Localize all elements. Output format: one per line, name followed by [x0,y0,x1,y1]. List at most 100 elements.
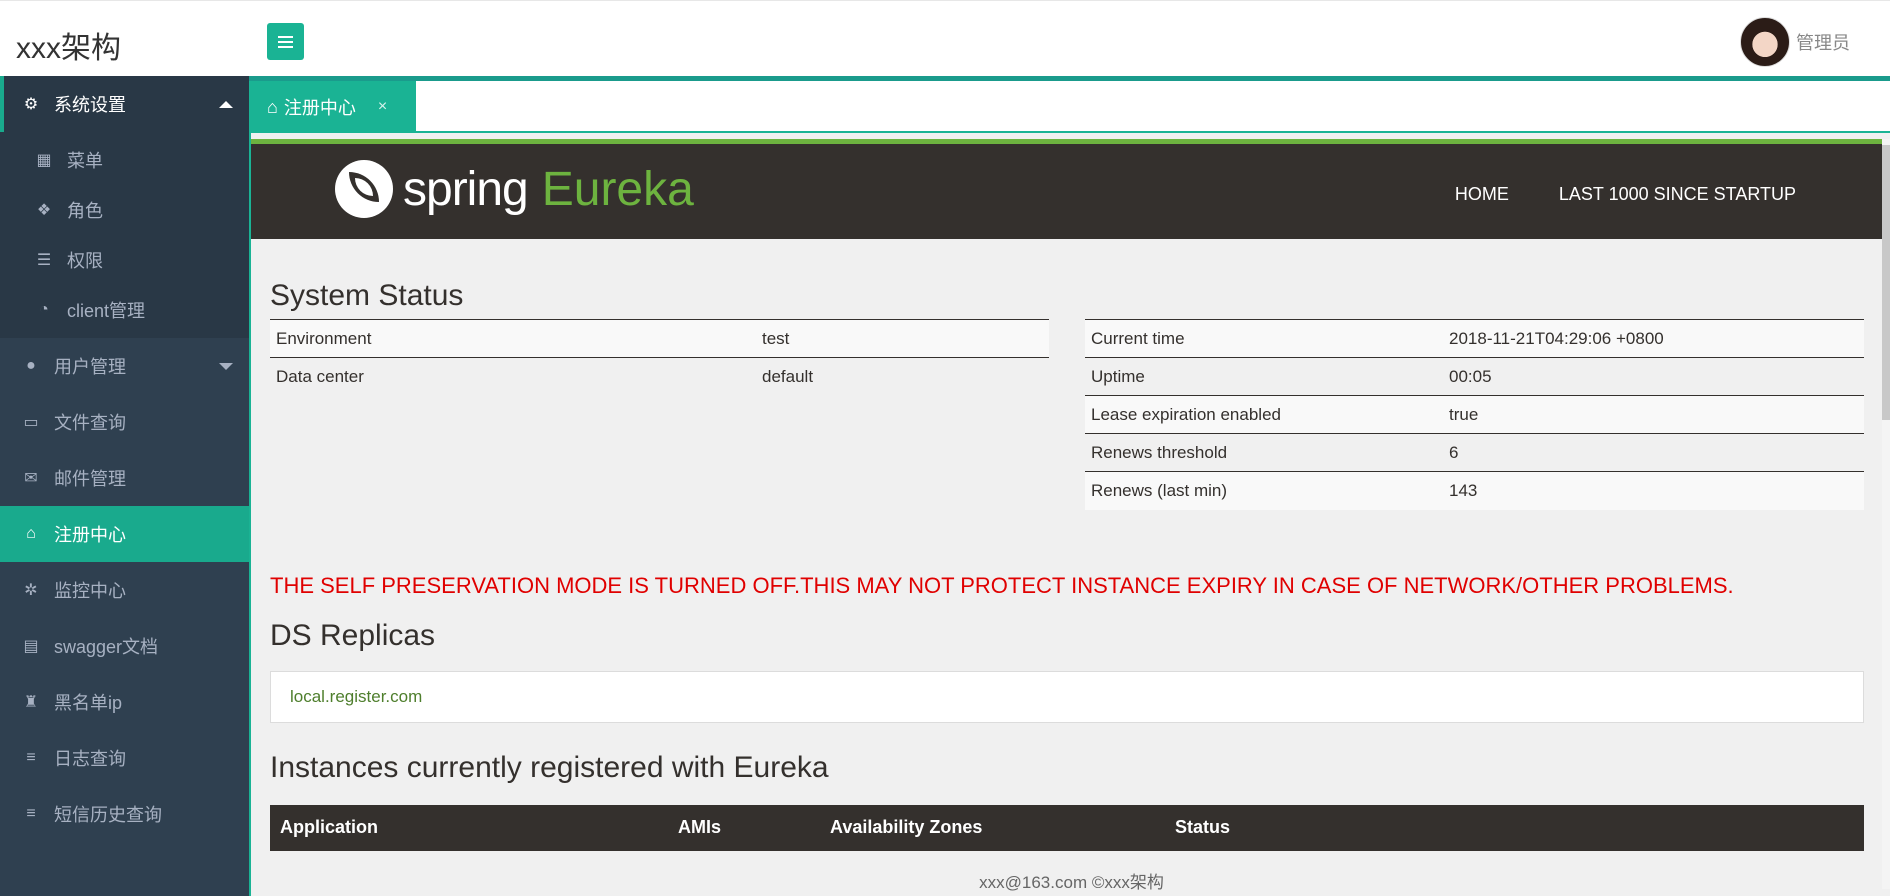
envelope-icon: ✉ [24,470,38,487]
sidebar-item-label: 用户管理 [54,357,126,377]
sidebar-item-sms-history[interactable]: ≡ 短信历史查询 [0,786,249,842]
eureka-header: spring Eureka HOME LAST 1000 SINCE START… [251,139,1886,239]
sidebar-subitem-label: client管理 [67,301,146,321]
content-frame: spring Eureka HOME LAST 1000 SINCE START… [249,133,1890,896]
table-row: Lease expiration enabled true [1085,395,1864,434]
system-status-title: System Status [270,279,464,312]
table-cell-key: Lease expiration enabled [1085,395,1443,434]
top-navbar: xxx架构 管理员 [0,0,1890,76]
logo-spring-text: spring [403,162,529,216]
table-cell-key: Current time [1085,319,1443,358]
footer-text: xxx@163.com ©xxx架构 [979,873,1164,892]
instances-title: Instances currently registered with Eure… [270,751,829,784]
sidebar-subitem-menu[interactable]: ▦ 菜单 [0,135,249,185]
table-row: Environment test [270,319,1049,358]
system-status-right-table: Current time 2018-11-21T04:29:06 +0800 U… [1085,319,1864,510]
sidebar-subitem-role[interactable]: ❖ 角色 [0,185,249,235]
bank-icon: ⌂ [267,96,278,117]
sidebar-item-label: 短信历史查询 [54,805,162,825]
user-menu[interactable]: 管理员 [1740,17,1850,67]
ds-replicas-title: DS Replicas [270,619,436,652]
folder-open-icon: ▭ [23,414,39,431]
sidebar-item-label: 日志查询 [54,749,126,769]
table-row: Renews (last min) 143 [1085,471,1864,510]
close-icon[interactable]: × [378,98,387,116]
sidebar-subitem-label: 角色 [67,201,103,221]
column-header-application: Application [280,817,378,837]
spinner-icon: ✲ [24,582,38,599]
system-status-section: System Status Environment test Data cent… [270,239,1864,510]
avatar[interactable] [1740,17,1790,67]
sidebar-subitem-permission[interactable]: ☰ 权限 [0,235,249,285]
bank-icon: ⌂ [26,525,36,542]
bars-icon: ≡ [26,749,36,766]
column-header-status: Status [1175,817,1231,837]
table-row: Renews threshold 6 [1085,433,1864,472]
table-cell-key: Renews threshold [1085,433,1443,472]
tab-strip: ⌂ 注册中心 × [249,81,1890,133]
eureka-nav: HOME LAST 1000 SINCE STARTUP [1405,184,1796,205]
self-preservation-warning: THE SELF PRESERVATION MODE IS TURNED OFF… [270,573,1734,598]
sidebar-subitem-client[interactable]: ◔ client管理 [0,285,249,335]
table-cell-value: true [1443,395,1864,434]
table-cell-value: 2018-11-21T04:29:06 +0800 [1443,319,1864,358]
nav-last1000-link[interactable]: LAST 1000 SINCE STARTUP [1559,184,1796,205]
column-header-amis: AMIs [678,817,722,837]
table-cell-value: default [756,357,1049,396]
nav-home-link[interactable]: HOME [1455,184,1509,205]
sidebar-item-label: 注册中心 [54,525,126,545]
windows-icon: ▦ [36,152,52,169]
user-secret-icon: ♜ [23,694,39,711]
table-row: Uptime 00:05 [1085,357,1864,396]
cubes-icon: ❖ [36,202,52,219]
scrollbar-thumb[interactable] [1882,145,1890,420]
sidebar-item-monitor[interactable]: ✲ 监控中心 [0,562,249,618]
table-cell-value: 143 [1443,471,1864,510]
ds-replicas-list: local.register.com [270,671,1864,723]
file-pdf-icon: ▤ [23,638,39,655]
table-cell-value: 6 [1443,433,1864,472]
tab-label: 注册中心 [283,98,356,118]
list-icon: ☰ [36,252,52,269]
tab-registry[interactable]: ⌂ 注册中心 × [249,81,416,133]
system-status-left-table: Environment test Data center default [270,319,1049,396]
user-name[interactable]: 管理员 [1796,29,1850,55]
sidebar-item-label: 黑名单ip [54,693,123,713]
sidebar-submenu: ▦ 菜单 ❖ 角色 ☰ 权限 ◔ client管理 [0,132,249,338]
sidebar-item-label: 文件查询 [54,413,126,433]
sidebar-subitem-label: 菜单 [67,151,103,171]
sidebar-item-log-query[interactable]: ≡ 日志查询 [0,730,249,786]
eureka-body: System Status Environment test Data cent… [270,239,1864,851]
table-row: Data center default [270,357,1049,396]
sidebar-item-user-management[interactable]: ● 用户管理 [0,338,249,394]
sidebar-item-registry[interactable]: ⌂ 注册中心 [0,506,249,562]
dashboard-icon: ◔ [39,301,49,318]
table-cell-key: Data center [270,357,756,396]
menu-toggle-button[interactable] [267,23,304,60]
replica-link[interactable]: local.register.com [290,687,422,706]
table-cell-value: 00:05 [1443,357,1864,396]
sidebar-item-file-query[interactable]: ▭ 文件查询 [0,394,249,450]
brand-title: xxx架构 [16,32,121,65]
sidebar-item-system-settings[interactable]: ⚙ 系统设置 [0,76,249,132]
sidebar: ⚙ 系统设置 ▦ 菜单 ❖ 角色 ☰ 权限 ◔ client管理 ● 用户管理 … [0,76,249,896]
sidebar-item-swagger[interactable]: ▤ swagger文档 [0,618,249,674]
sidebar-item-mail[interactable]: ✉ 邮件管理 [0,450,249,506]
bars-icon: ≡ [26,805,36,822]
user-icon: ● [26,357,36,374]
gears-icon: ⚙ [23,96,39,113]
spring-leaf-icon [335,160,393,218]
caret-down-icon [219,363,233,370]
table-row: Current time 2018-11-21T04:29:06 +0800 [1085,319,1864,358]
logo-eureka-text: Eureka [541,162,694,216]
sidebar-item-label: swagger文档 [54,637,159,657]
caret-up-icon [219,101,233,108]
sidebar-item-label: 邮件管理 [54,469,126,489]
table-cell-key: Renews (last min) [1085,471,1443,510]
sidebar-item-label: 系统设置 [54,95,126,115]
sidebar-item-blacklist[interactable]: ♜ 黑名单ip [0,674,249,730]
spring-eureka-logo[interactable]: spring Eureka [335,160,694,218]
hamburger-icon [278,40,293,43]
table-cell-value: test [756,319,1049,358]
table-cell-key: Uptime [1085,357,1443,396]
